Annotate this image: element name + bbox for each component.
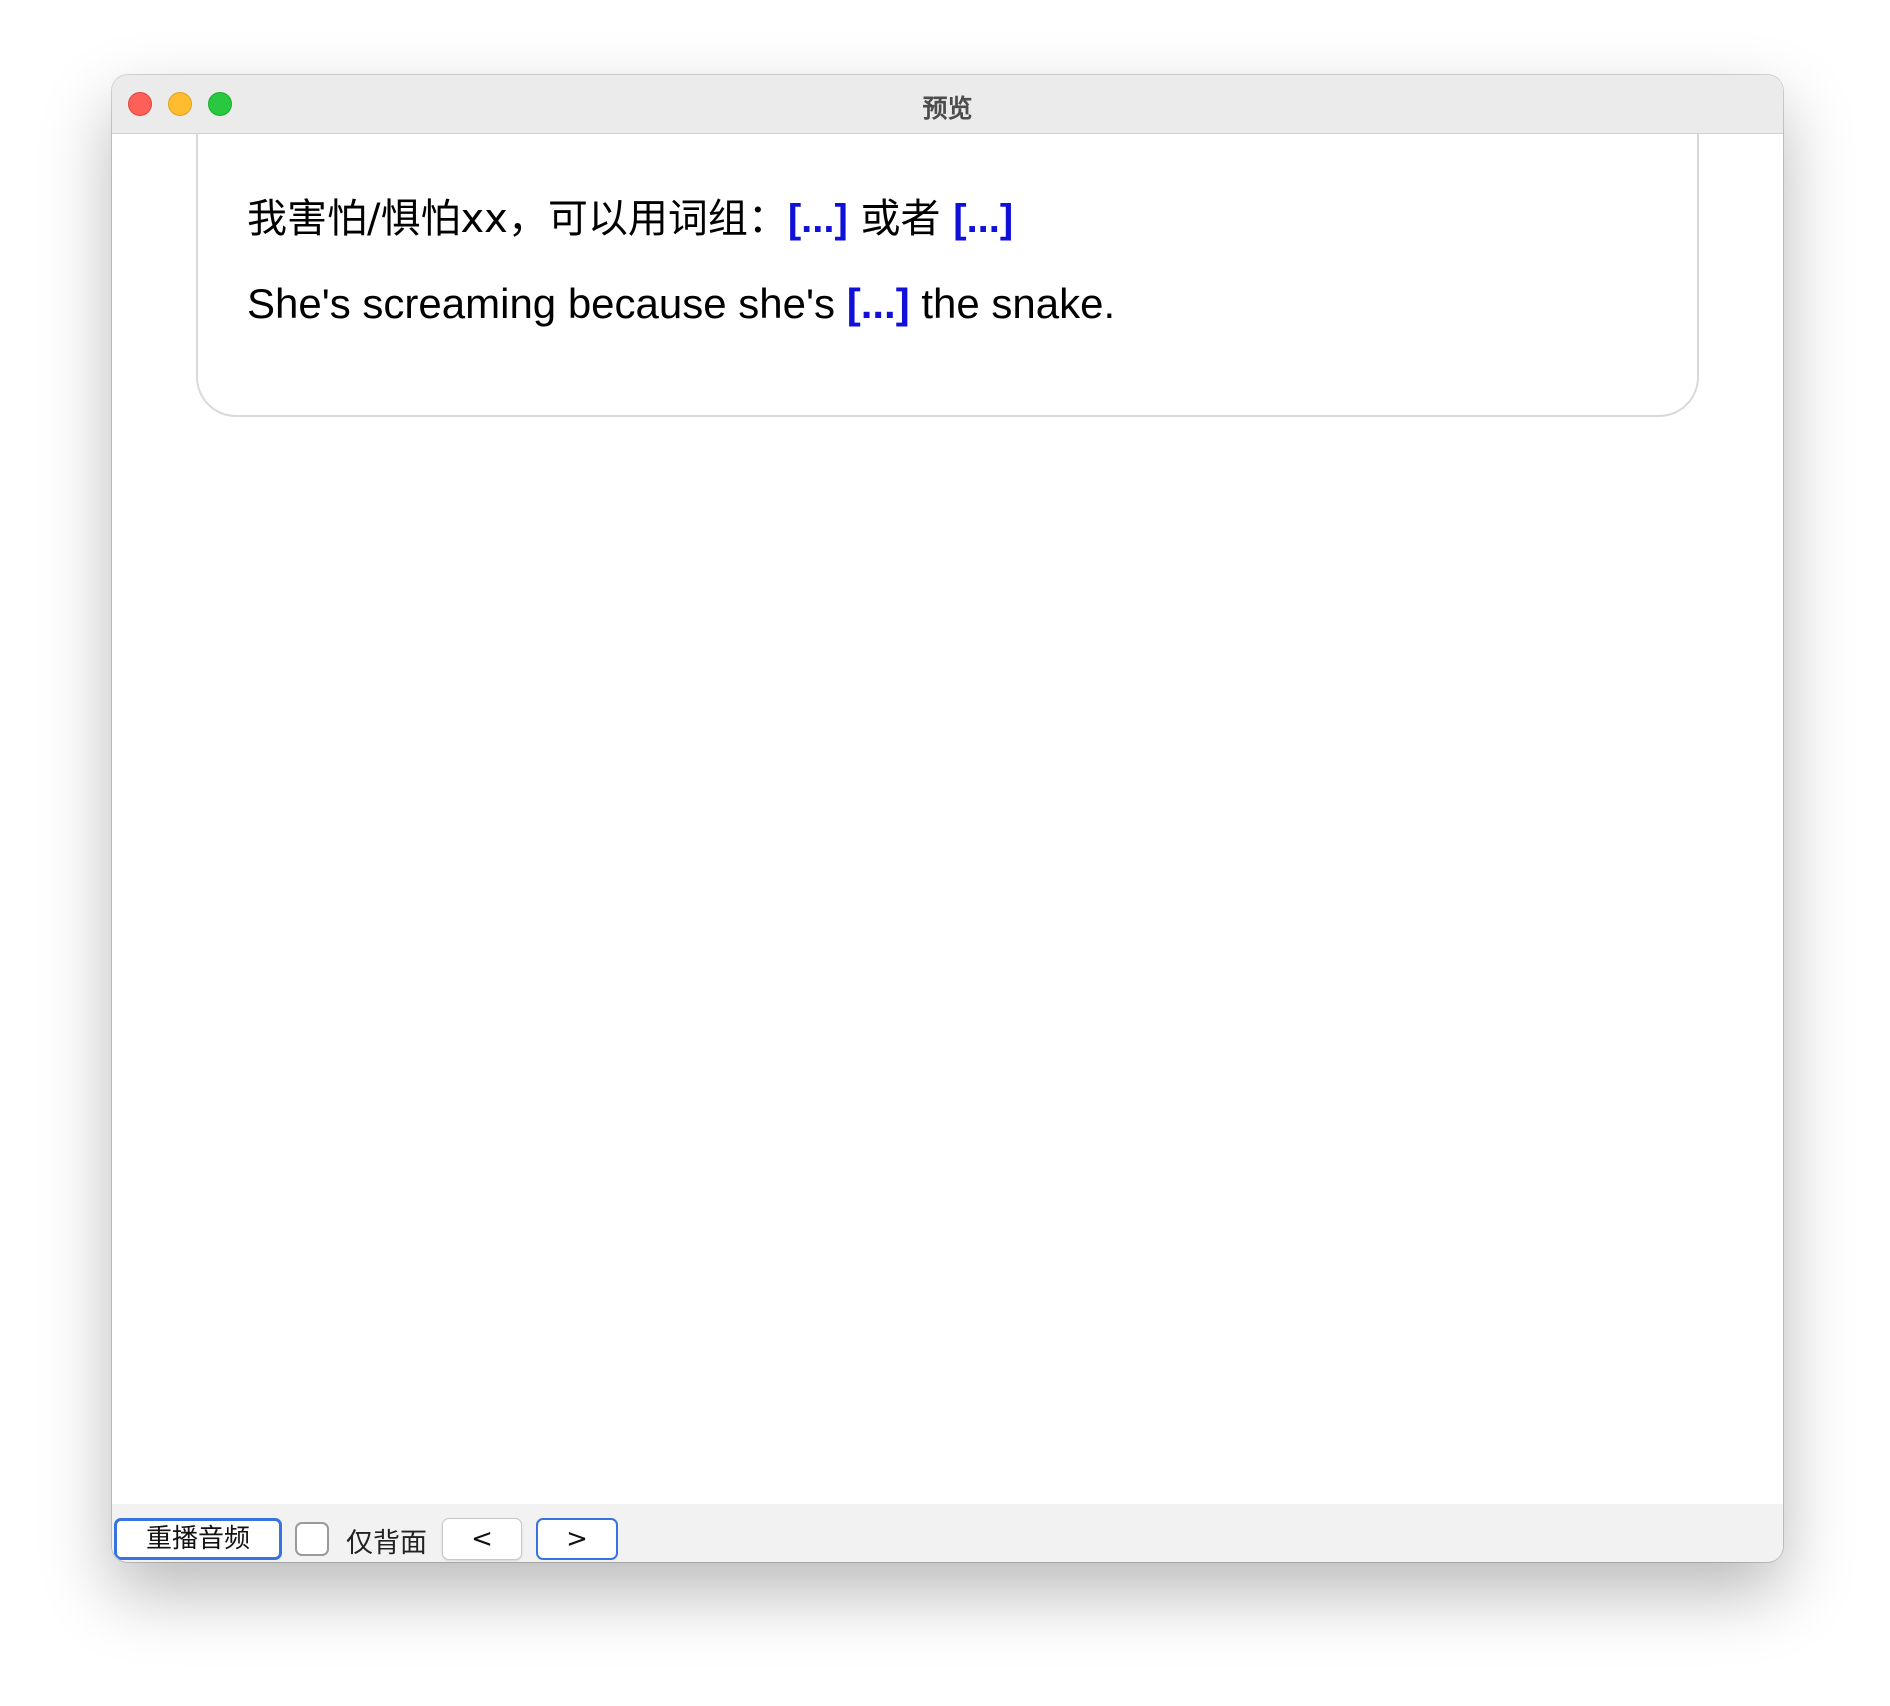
card-container: 我害怕/惧怕xx，可以用词组：[...] 或者 [...] She's scre… (196, 134, 1699, 417)
back-only-label[interactable]: 仅背面 (346, 1521, 427, 1560)
sentence-cloze-placeholder: [...] (846, 280, 910, 327)
example-sentence: She's screaming because she's [...] the … (247, 280, 1115, 328)
cloze-placeholder-2: [...] (953, 197, 1014, 241)
preview-toolbar: 重播音频 仅背面 < > (112, 1504, 1783, 1562)
next-card-button[interactable]: > (536, 1518, 618, 1560)
card-preview-area: 我害怕/惧怕xx，可以用词组：[...] 或者 [...] She's scre… (112, 134, 1783, 1504)
prompt-connector: 或者 (847, 196, 954, 242)
previous-card-button[interactable]: < (442, 1518, 522, 1560)
replay-audio-button[interactable]: 重播音频 (114, 1518, 282, 1560)
cloze-placeholder-1: [...] (787, 197, 848, 241)
window-title: 预览 (922, 94, 973, 123)
back-only-checkbox[interactable] (295, 1522, 329, 1556)
prompt-text: 我害怕/惧怕xx，可以用词组： (247, 196, 788, 242)
sentence-after: the snake. (909, 280, 1116, 327)
title-bar[interactable]: 预览 (112, 75, 1783, 134)
preview-window: 预览 我害怕/惧怕xx，可以用词组：[...] 或者 [...] She's s… (112, 75, 1783, 1562)
card-front-prompt: 我害怕/惧怕xx，可以用词组：[...] 或者 [...] (247, 186, 1013, 244)
sentence-before: She's screaming because she's (247, 280, 847, 327)
